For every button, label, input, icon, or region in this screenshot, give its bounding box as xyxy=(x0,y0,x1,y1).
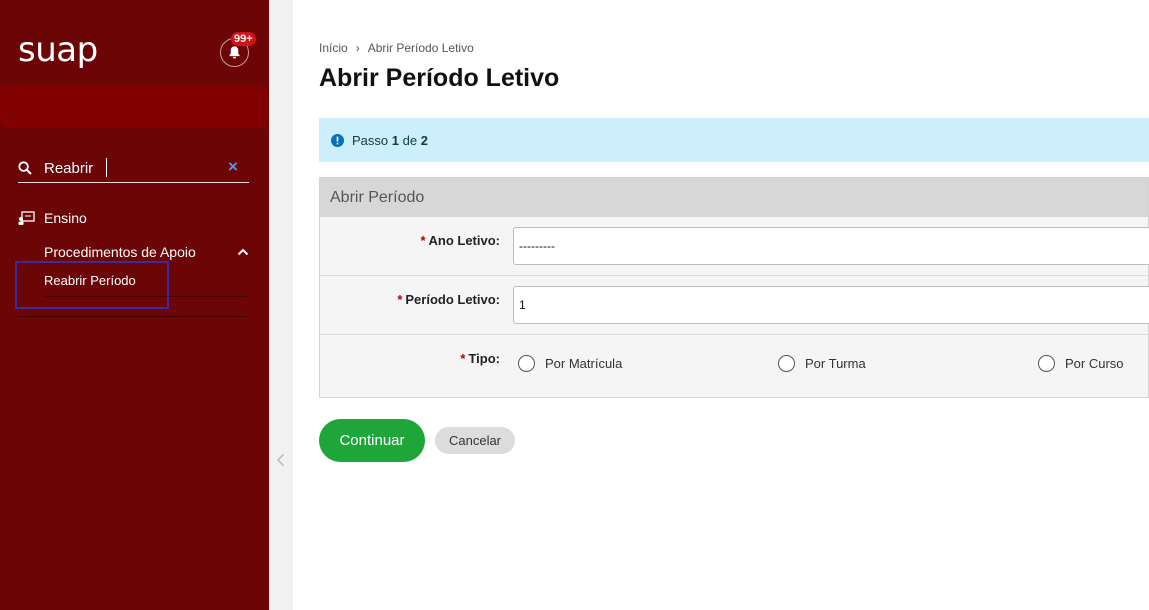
bell-icon xyxy=(229,46,240,59)
form-title: Abrir Período xyxy=(320,178,1148,217)
search-input[interactable] xyxy=(44,158,224,178)
menu-search: × xyxy=(18,155,249,183)
suap-logo[interactable]: suap xyxy=(18,30,98,70)
sidebar-group-label: Procedimentos de Apoio xyxy=(44,244,196,260)
step-prefix: Passo xyxy=(352,132,389,148)
notification-count-badge: 99+ xyxy=(231,32,256,46)
radio-por-matricula[interactable]: Por Matrícula xyxy=(518,355,622,372)
breadcrumb-separator: › xyxy=(355,41,360,55)
sidebar-group-procedimentos-de-apoio[interactable]: Procedimentos de Apoio xyxy=(44,244,249,260)
chevron-left-icon xyxy=(276,453,285,467)
breadcrumb: Início › Abrir Período Letivo xyxy=(319,41,474,55)
text-cursor xyxy=(106,158,107,177)
cancelar-button[interactable]: Cancelar xyxy=(435,427,515,454)
sidebar-collapse-strip[interactable] xyxy=(269,0,293,610)
step-info-alert: Passo 1 de 2 xyxy=(319,118,1149,162)
user-menu-bar[interactable] xyxy=(0,85,268,128)
ano-letivo-select[interactable]: --------- xyxy=(513,227,1149,265)
divider xyxy=(17,316,247,317)
radio-label: Por Turma xyxy=(805,356,866,371)
info-icon xyxy=(331,133,344,147)
breadcrumb-home-link[interactable]: Início xyxy=(319,41,348,55)
abrir-periodo-form: Abrir Período * Ano Letivo: --------- * Pe… xyxy=(319,177,1149,398)
clear-search-icon[interactable]: × xyxy=(228,157,238,177)
step-middle: de xyxy=(402,132,418,148)
sidebar-item-ensino[interactable]: Ensino xyxy=(18,210,87,226)
search-icon xyxy=(18,161,32,175)
radio-label: Por Curso xyxy=(1065,356,1124,371)
current-step: 1 xyxy=(391,132,399,148)
radio-circle[interactable] xyxy=(1038,355,1055,372)
continuar-button[interactable]: Continuar xyxy=(319,419,425,462)
radio-por-curso[interactable]: Por Curso xyxy=(1038,355,1124,372)
radio-label: Por Matrícula xyxy=(545,356,623,371)
chevron-up-icon xyxy=(237,248,249,256)
tipo-row: * Tipo: Por Matrícula Por Turma Por Curso xyxy=(320,335,1148,394)
radio-circle[interactable] xyxy=(518,355,535,372)
sidebar: suap 99+ × Ensino Procedimentos de Apoio xyxy=(0,0,269,610)
sidebar-item-reabrir-periodo[interactable]: Reabrir Período xyxy=(44,273,136,288)
ano-letivo-label: * Ano Letivo: xyxy=(420,233,500,248)
periodo-letivo-select[interactable]: 1 xyxy=(513,286,1149,324)
divider xyxy=(44,296,247,297)
sidebar-item-ensino-label: Ensino xyxy=(44,210,87,226)
ano-letivo-row: * Ano Letivo: --------- xyxy=(320,217,1149,276)
tipo-label: * Tipo: xyxy=(460,351,500,366)
breadcrumb-current: Abrir Período Letivo xyxy=(367,41,474,55)
total-steps: 2 xyxy=(420,132,428,148)
chalkboard-icon xyxy=(18,211,35,225)
page-title: Abrir Período Letivo xyxy=(319,64,560,92)
radio-circle[interactable] xyxy=(778,355,795,372)
periodo-letivo-row: * Período Letivo: 1 xyxy=(320,276,1149,335)
periodo-letivo-label: * Período Letivo: xyxy=(397,292,500,307)
radio-por-turma[interactable]: Por Turma xyxy=(778,355,866,372)
